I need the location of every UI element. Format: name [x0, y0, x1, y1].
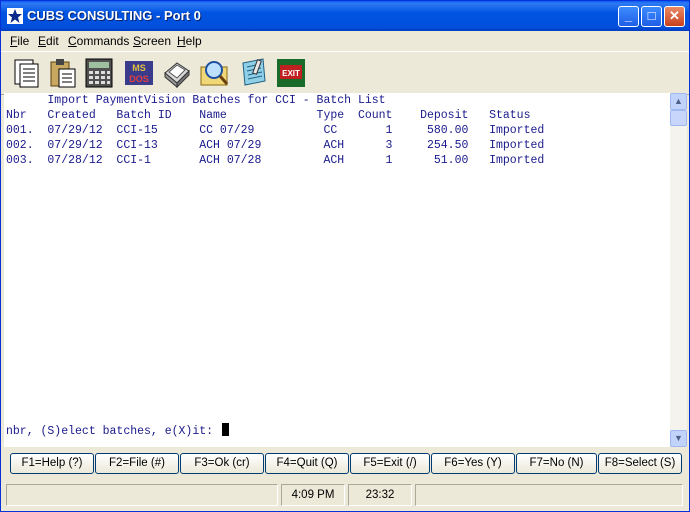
f5-exit-button[interactable]: F5=Exit (/): [350, 453, 430, 474]
maximize-button[interactable]: □: [641, 6, 662, 27]
minimize-icon: _: [624, 8, 633, 23]
arrow-down-icon: ▼: [674, 433, 683, 443]
terminal-screen[interactable]: Import PaymentVision Batches for CCI - B…: [4, 93, 670, 447]
arrow-up-icon: ▲: [674, 96, 683, 106]
f4-quit-button[interactable]: F4=Quit (Q): [265, 453, 349, 474]
menu-edit[interactable]: Edit: [38, 34, 59, 48]
column-headers: Nbr Created Batch ID Name Type Count Dep…: [6, 109, 531, 122]
exit-label: EXIT: [282, 69, 300, 78]
f7-no-button[interactable]: F7=No (N): [516, 453, 597, 474]
scroll-thumb[interactable]: [670, 110, 687, 126]
menu-commands[interactable]: Commands: [68, 34, 129, 48]
status-clock: 4:09 PM: [281, 484, 345, 506]
text-cursor: [221, 423, 229, 436]
notepad-icon[interactable]: [237, 57, 269, 89]
status-elapsed: 23:32: [348, 484, 412, 506]
f3-ok-button[interactable]: F3=Ok (cr): [180, 453, 264, 474]
close-icon: ✕: [669, 8, 680, 23]
menu-screen[interactable]: Screen: [133, 34, 171, 48]
prompt-text: nbr, (S)elect batches, e(X)it:: [6, 425, 220, 438]
document-icon[interactable]: [11, 57, 43, 89]
app-window: CUBS CONSULTING - Port 0 _ □ ✕ File Edit…: [0, 0, 690, 512]
menu-file[interactable]: File: [10, 34, 29, 48]
vertical-scrollbar[interactable]: ▲ ▼: [670, 93, 687, 447]
status-message: [6, 484, 278, 506]
f8-select-button[interactable]: F8=Select (S): [598, 453, 682, 474]
menu-help[interactable]: Help: [177, 34, 202, 48]
table-row: 001. 07/29/12 CCI-15 CC 07/29 CC 1 580.0…: [6, 124, 545, 137]
command-prompt[interactable]: nbr, (S)elect batches, e(X)it:: [6, 423, 229, 438]
close-button[interactable]: ✕: [664, 6, 685, 27]
toolbar: MS DOS EXIT: [1, 51, 689, 95]
star-icon: [7, 8, 23, 24]
clipboard-icon[interactable]: [47, 57, 79, 89]
function-key-bar: F1=Help (?) F2=File (#) F3=Ok (cr) F4=Qu…: [1, 449, 689, 479]
f1-help-button[interactable]: F1=Help (?): [10, 453, 94, 474]
search-icon[interactable]: [199, 57, 231, 89]
f2-file-button[interactable]: F2=File (#): [95, 453, 179, 474]
scroll-up-button[interactable]: ▲: [670, 93, 687, 110]
scroll-down-button[interactable]: ▼: [670, 430, 687, 447]
f6-yes-button[interactable]: F6=Yes (Y): [431, 453, 515, 474]
window-title: CUBS CONSULTING - Port 0: [27, 8, 201, 23]
maximize-icon: □: [647, 8, 656, 23]
ms-dos-icon[interactable]: MS DOS: [123, 57, 155, 89]
exit-icon[interactable]: EXIT: [275, 57, 307, 89]
title-bar[interactable]: CUBS CONSULTING - Port 0 _ □ ✕: [1, 1, 689, 31]
status-extra: [415, 484, 683, 506]
menu-bar: File Edit Commands Screen Help: [1, 31, 689, 50]
printer-icon[interactable]: [161, 57, 193, 89]
minimize-button[interactable]: _: [618, 6, 639, 27]
svg-text:MS: MS: [132, 63, 146, 73]
screen-title: Import PaymentVision Batches for CCI - B…: [6, 94, 386, 107]
table-row: 003. 07/28/12 CCI-1 ACH 07/28 ACH 1 51.0…: [6, 154, 545, 167]
table-row: 002. 07/29/12 CCI-13 ACH 07/29 ACH 3 254…: [6, 139, 545, 152]
status-bar: 4:09 PM 23:32: [1, 481, 689, 509]
svg-text:DOS: DOS: [129, 74, 149, 84]
calculator-icon[interactable]: [83, 57, 115, 89]
